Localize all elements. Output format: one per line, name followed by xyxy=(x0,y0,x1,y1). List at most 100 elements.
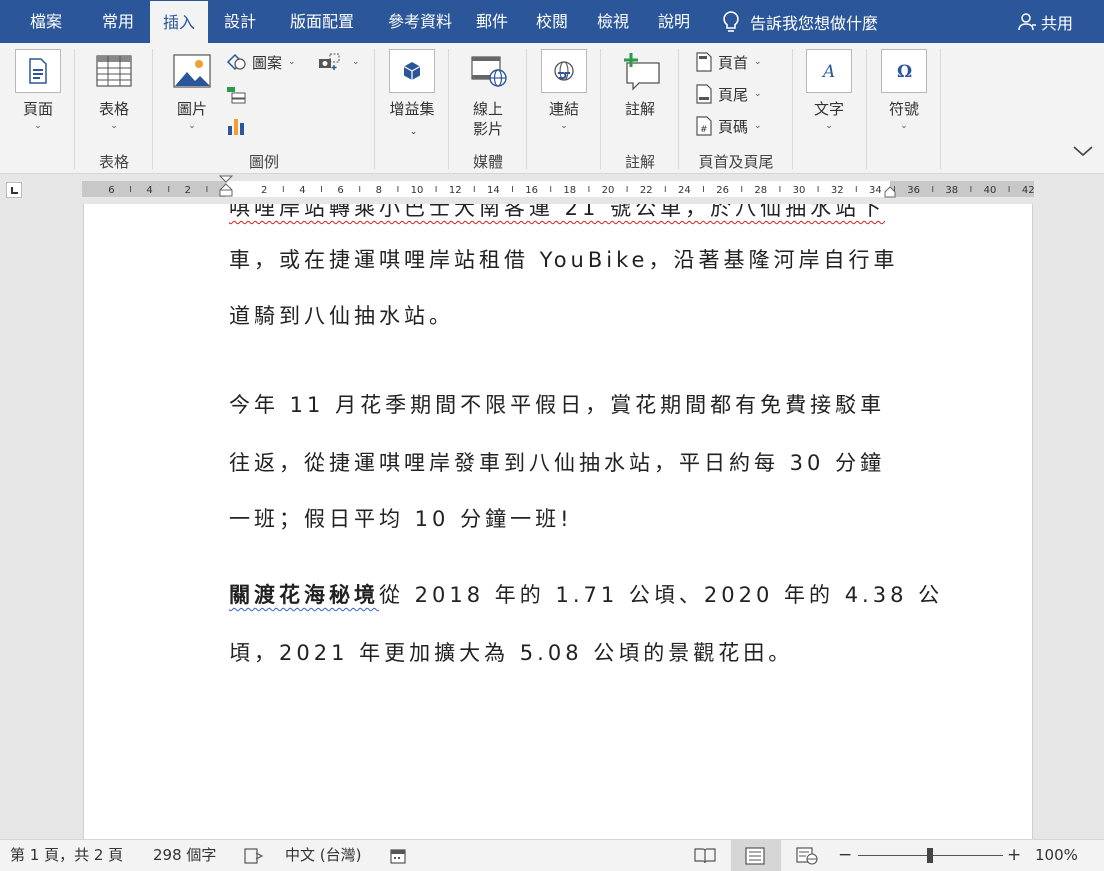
tab-view[interactable]: 檢視 xyxy=(590,0,636,43)
word-count[interactable]: 298 個字 xyxy=(153,840,216,871)
zoom-slider-thumb[interactable] xyxy=(927,848,933,863)
symbol-button[interactable]: Ω 符號 ⌄ xyxy=(880,49,928,133)
document-page[interactable]: 唭哩岸站轉乘小巴士大南客運 21 號公車，於八仙抽水站下 車，或在捷運唭哩岸站租… xyxy=(83,204,1033,839)
text-line: 道騎到八仙抽水站。 xyxy=(229,304,454,328)
tab-references[interactable]: 參考資料 xyxy=(372,0,468,43)
ruler-label: 20 xyxy=(602,185,615,196)
addins-button[interactable]: 增益集⌄ xyxy=(388,49,436,142)
right-indent-marker-icon[interactable] xyxy=(884,186,896,198)
zoom-level[interactable]: 100% xyxy=(1035,840,1078,871)
ruler-label: 10 xyxy=(411,185,424,196)
collapse-ribbon-button[interactable] xyxy=(1072,143,1094,162)
shapes-button[interactable]: 圖案 ⌄ xyxy=(226,50,296,74)
chevron-down-icon: ⌄ xyxy=(754,89,762,99)
tab-review[interactable]: 校閱 xyxy=(528,0,576,43)
ruler-label: 24 xyxy=(678,185,691,196)
bold-heading-text: 關渡花海秘境 xyxy=(229,583,379,607)
group-label-tables: 表格 xyxy=(98,153,129,171)
text-line: 從 2018 年的 1.71 公頃、2020 年的 4.38 公 xyxy=(379,583,944,607)
ruler-label: 6 xyxy=(108,185,114,196)
ruler-label: 16 xyxy=(525,185,538,196)
tab-stop-selector[interactable] xyxy=(6,182,22,198)
person-icon xyxy=(1018,12,1036,30)
table-icon xyxy=(96,55,132,87)
page-number-button[interactable]: # 頁碼 ⌄ xyxy=(696,114,762,138)
print-layout-icon[interactable] xyxy=(745,847,765,865)
link-button[interactable]: 連結 ⌄ xyxy=(540,49,588,133)
text-line: 頃，2021 年更加擴大為 5.08 公頃的景觀花田。 xyxy=(229,641,794,665)
pages-button[interactable]: 頁面 ⌄ xyxy=(14,49,62,133)
tab-layout[interactable]: 版面配置 xyxy=(276,0,368,43)
text-line: 車，或在捷運唭哩岸站租借 YouBike，沿著基隆河岸自行車 xyxy=(229,248,899,272)
ruler-label: 34 xyxy=(869,185,882,196)
chevron-down-icon: ⌄ xyxy=(560,121,568,131)
tab-mailings[interactable]: 郵件 xyxy=(470,0,514,43)
group-label-comments: 註解 xyxy=(624,153,655,171)
zoom-out-button[interactable]: − xyxy=(838,840,852,871)
svg-text:#: # xyxy=(700,125,708,135)
header-button[interactable]: 頁首 ⌄ xyxy=(696,50,762,74)
text-line: 今年 11 月花季期間不限平假日，賞花期間都有免費接駁車 xyxy=(229,393,886,417)
proofing-icon[interactable] xyxy=(244,847,264,865)
text-line: 唭哩岸站轉乘小巴士大南客運 21 號公車，於八仙抽水站下 xyxy=(229,204,886,220)
screenshot-icon xyxy=(319,53,340,70)
chevron-down-icon xyxy=(1073,146,1093,157)
ruler-label: 42 xyxy=(1022,185,1034,196)
text-button[interactable]: A 文字 ⌄ xyxy=(805,49,853,133)
svg-text:Ω: Ω xyxy=(897,62,912,81)
tab-file[interactable]: 檔案 xyxy=(16,0,76,43)
chevron-down-icon: ⌄ xyxy=(288,57,296,67)
smartart-icon xyxy=(227,87,246,104)
chevron-down-icon: ⌄ xyxy=(110,121,118,131)
ruler-label: 32 xyxy=(831,185,844,196)
share-button[interactable]: 共用 xyxy=(1017,0,1073,43)
tab-design[interactable]: 設計 xyxy=(214,0,266,43)
chevron-down-icon: ⌄ xyxy=(754,121,762,131)
ribbon-tab-bar: 檔案 常用 插入 設計 版面配置 參考資料 郵件 校閱 檢視 說明 告訴我您想做… xyxy=(0,0,1104,43)
picture-icon xyxy=(173,54,211,88)
footer-icon xyxy=(696,84,712,104)
text-line: 往返，從捷運唭哩岸發車到八仙抽水站，平日約每 30 分鐘 xyxy=(229,451,886,475)
header-icon xyxy=(696,52,712,72)
read-mode-icon[interactable] xyxy=(694,847,716,865)
document-canvas: 唭哩岸站轉乘小巴士大南客運 21 號公車，於八仙抽水站下 車，或在捷運唭哩岸站租… xyxy=(0,204,1104,839)
page-number-icon: # xyxy=(696,116,712,136)
lightbulb-icon xyxy=(723,10,739,32)
screenshot-button[interactable]: ⌄ xyxy=(318,50,360,74)
tab-home[interactable]: 常用 xyxy=(90,0,146,43)
tab-insert[interactable]: 插入 xyxy=(150,1,208,43)
text-line: 一班；假日平均 10 分鐘一班! xyxy=(229,507,573,531)
online-video-button[interactable]: 線上影片 xyxy=(462,49,514,139)
zoom-in-button[interactable]: + xyxy=(1007,840,1021,871)
ruler-label: 12 xyxy=(449,185,462,196)
table-button[interactable]: 表格 ⌄ xyxy=(90,49,138,133)
ruler-label: 36 xyxy=(907,185,920,196)
comment-button[interactable]: 註解 xyxy=(614,49,666,119)
ruler-label: 30 xyxy=(793,185,806,196)
ruler-label: 22 xyxy=(640,185,653,196)
online-video-icon xyxy=(471,56,507,87)
tell-me-search[interactable]: 告訴我您想做什麼 xyxy=(722,0,878,43)
footer-button[interactable]: 頁尾 ⌄ xyxy=(696,82,762,106)
ruler-label: 6 xyxy=(337,185,343,196)
chevron-down-icon: ⌄ xyxy=(900,121,908,131)
ribbon: 頁面 ⌄ 表格 ⌄ 表格 圖片 ⌄ 圖案 ⌄ ⌄ 圖例 增益集⌄ 線上影片 媒體… xyxy=(0,43,1104,174)
smartart-button[interactable] xyxy=(226,83,252,107)
new-comment-icon xyxy=(624,53,660,91)
picture-button[interactable]: 圖片 ⌄ xyxy=(168,49,216,133)
macro-recording-icon[interactable] xyxy=(390,847,406,865)
page-count[interactable]: 第 1 頁，共 2 頁 xyxy=(10,840,123,871)
omega-icon: Ω xyxy=(897,62,912,81)
indent-marker-icon[interactable] xyxy=(219,175,233,197)
ruler-label: 26 xyxy=(716,185,729,196)
ruler-label: 40 xyxy=(984,185,997,196)
tab-help[interactable]: 說明 xyxy=(650,0,698,43)
web-layout-icon[interactable] xyxy=(796,847,818,865)
addins-icon xyxy=(403,62,421,80)
status-bar: 第 1 頁，共 2 頁 298 個字 中文 (台灣) − + 100% xyxy=(0,839,1104,871)
vertical-scroll-area[interactable] xyxy=(1034,204,1104,839)
language-indicator[interactable]: 中文 (台灣) xyxy=(285,840,361,871)
chart-button[interactable] xyxy=(226,114,252,138)
horizontal-ruler[interactable]: 6 4 2 2 4 6 8 10 12 14 16 18 20 22 24 26 28 30 32 34 36 38 40 4… xyxy=(82,175,1034,198)
ruler-label: 14 xyxy=(487,185,500,196)
